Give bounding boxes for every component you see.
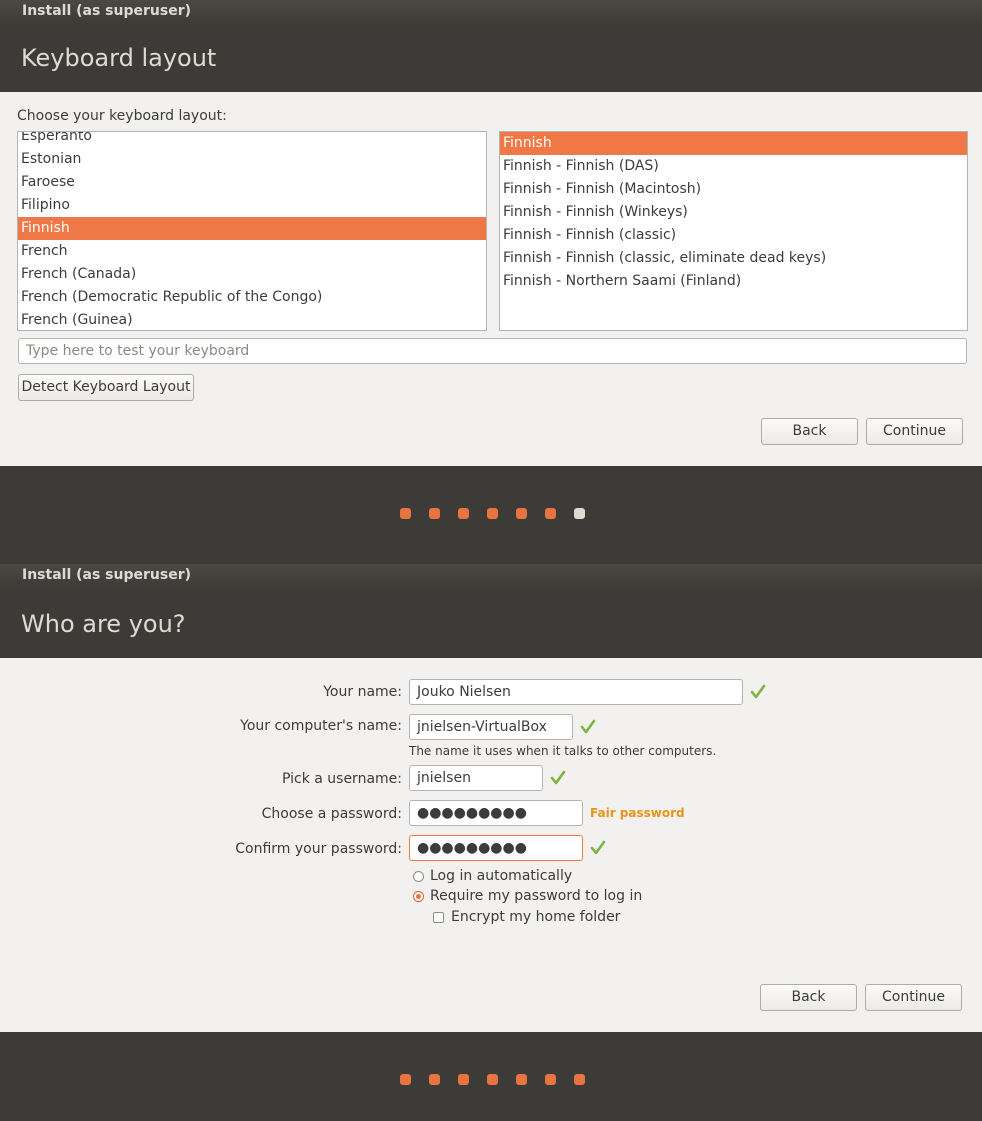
page-title: Who are you?: [0, 590, 982, 658]
progress-dot: [487, 1074, 498, 1085]
page-title: Keyboard layout: [0, 24, 982, 92]
login-auto-radio[interactable]: [413, 871, 424, 882]
back-button[interactable]: Back: [760, 984, 857, 1011]
login-auto-label[interactable]: Log in automatically: [430, 868, 572, 884]
variant-list-item[interactable]: Finnish - Northern Saami (Finland): [500, 270, 967, 293]
progress-dot: [458, 508, 469, 519]
progress-dot: [400, 1074, 411, 1085]
layout-list-item[interactable]: Estonian: [18, 148, 486, 171]
progress-dot: [400, 508, 411, 519]
check-icon: [580, 719, 596, 734]
continue-button[interactable]: Continue: [865, 984, 962, 1011]
confirm-password-field[interactable]: ●●●●●●●●●: [409, 835, 583, 861]
window-titlebar[interactable]: Install (as superuser): [0, 0, 982, 24]
layout-list-item[interactable]: French (Canada): [18, 263, 486, 286]
progress-dot: [458, 1074, 469, 1085]
progress-dot: [574, 1074, 585, 1085]
variant-list-item[interactable]: Finnish - Finnish (classic): [500, 224, 967, 247]
variant-list-item[interactable]: Finnish: [500, 132, 967, 155]
progress-dot: [545, 1074, 556, 1085]
progress-dot: [429, 508, 440, 519]
layout-list-item[interactable]: French (Democratic Republic of the Congo…: [18, 286, 486, 309]
layout-prompt: Choose your keyboard layout:: [17, 108, 227, 124]
check-icon: [590, 840, 606, 855]
login-require-radio[interactable]: [413, 891, 424, 902]
window-title: Install (as superuser): [22, 567, 191, 583]
confirm-password-label: Confirm your password:: [235, 841, 402, 857]
username-label: Pick a username:: [281, 771, 402, 787]
layout-list-item[interactable]: French: [18, 240, 486, 263]
progress-dots: [0, 466, 982, 564]
password-label: Choose a password:: [261, 806, 402, 822]
window-title: Install (as superuser): [22, 3, 191, 19]
name-label: Your name:: [323, 684, 402, 700]
layout-list-item[interactable]: Finnish: [18, 217, 486, 240]
layout-list[interactable]: Esperanto Estonian Faroese Filipino Finnish F…: [17, 131, 487, 331]
check-icon: [750, 684, 766, 699]
encrypt-home-label[interactable]: Encrypt my home folder: [451, 909, 620, 925]
progress-dot: [487, 508, 498, 519]
progress-dot: [516, 1074, 527, 1085]
password-mask: ●●●●●●●●●: [417, 805, 527, 821]
back-button[interactable]: Back: [761, 418, 858, 445]
layout-list-item[interactable]: Esperanto: [18, 132, 486, 148]
username-field[interactable]: jnielsen: [409, 765, 543, 791]
layout-list-item[interactable]: French (Guinea): [18, 309, 486, 330]
layout-list-item[interactable]: Faroese: [18, 171, 486, 194]
user-info-panel: Your name: Jouko Nielsen Your computer's…: [0, 658, 982, 1032]
layout-list-item[interactable]: Filipino: [18, 194, 486, 217]
window-titlebar[interactable]: Install (as superuser): [0, 564, 982, 588]
computer-name-label: Your computer's name:: [240, 718, 402, 734]
keyboard-layout-panel: Choose your keyboard layout: Esperanto Es…: [0, 92, 982, 466]
encrypt-home-checkbox[interactable]: [433, 912, 444, 923]
detect-layout-button[interactable]: Detect Keyboard Layout: [18, 374, 194, 401]
progress-dots: [0, 1032, 982, 1121]
variant-list-item[interactable]: Finnish - Finnish (Macintosh): [500, 178, 967, 201]
variant-list-item[interactable]: Finnish - Finnish (DAS): [500, 155, 967, 178]
progress-dot: [429, 1074, 440, 1085]
variant-list-item[interactable]: Finnish - Finnish (classic, eliminate de…: [500, 247, 967, 270]
continue-button[interactable]: Continue: [866, 418, 963, 445]
progress-dot: [545, 508, 556, 519]
variant-list[interactable]: Finnish Finnish - Finnish (DAS) Finnish - …: [499, 131, 968, 331]
password-strength: Fair password: [590, 806, 685, 820]
progress-dot: [574, 508, 585, 519]
keyboard-test-input[interactable]: Type here to test your keyboard: [18, 338, 967, 364]
variant-list-item[interactable]: Finnish - Finnish (Winkeys): [500, 201, 967, 224]
computer-name-field[interactable]: jnielsen-VirtualBox: [409, 714, 573, 740]
progress-dot: [516, 508, 527, 519]
login-require-label[interactable]: Require my password to log in: [430, 888, 642, 904]
name-field[interactable]: Jouko Nielsen: [409, 679, 743, 705]
computer-name-hint: The name it uses when it talks to other …: [409, 744, 717, 758]
check-icon: [550, 770, 566, 785]
password-field[interactable]: ●●●●●●●●●: [409, 800, 583, 826]
confirm-mask: ●●●●●●●●●: [417, 840, 527, 856]
